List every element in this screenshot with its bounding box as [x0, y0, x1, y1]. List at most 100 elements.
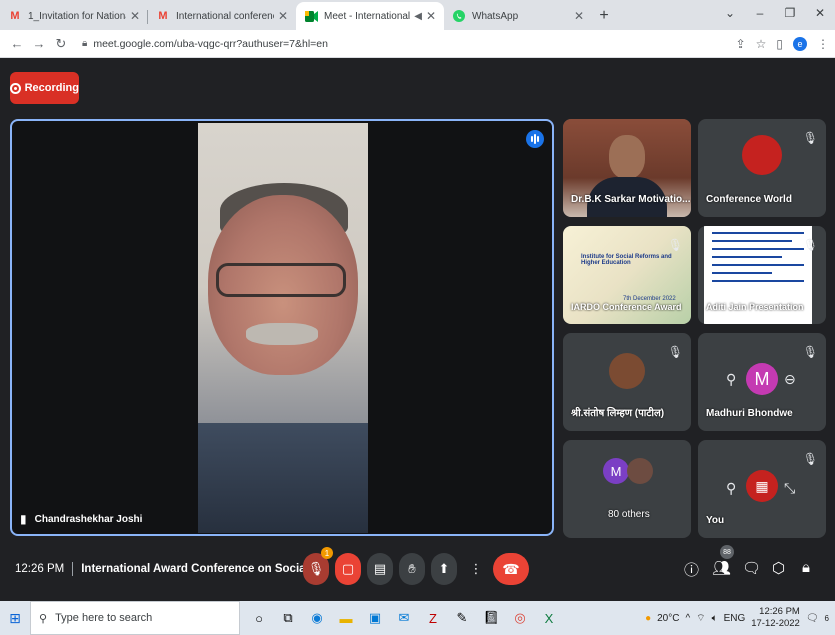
participant-name: Madhuri Bhondwe	[706, 408, 793, 419]
pin-icon[interactable]: ⚲	[726, 480, 736, 497]
speaker-icon[interactable]: ◀	[414, 11, 422, 22]
raise-hand-button[interactable]: ✋︎	[399, 553, 425, 585]
maximize-button[interactable]: ❐	[775, 0, 805, 28]
url-text: meet.google.com/uba-vqgc-qrr?authuser=7&…	[93, 37, 328, 50]
reload-icon[interactable]: ↻	[50, 36, 72, 52]
speaker-video	[198, 123, 368, 533]
close-icon[interactable]: ✕	[574, 9, 584, 23]
share-icon[interactable]: ⇪	[736, 37, 746, 51]
captions-button[interactable]: ▤	[367, 553, 393, 585]
edge-icon[interactable]: ◉	[308, 610, 326, 626]
participant-tile[interactable]: Dr.B.K Sarkar Motivatio...	[563, 119, 691, 217]
gmail-icon: M	[158, 10, 168, 22]
language-indicator[interactable]: ENG	[724, 613, 746, 624]
file-explorer-icon[interactable]: ▬	[337, 611, 355, 626]
profile-avatar[interactable]: e	[793, 36, 807, 51]
windows-taskbar: ⊞ ⚲ Type here to search ○ ⧉ ◉ ▬ ▣ ✉ Z ✎ …	[0, 601, 835, 635]
main-speaker-name: ▮ Chandrashekhar Joshi	[20, 512, 143, 526]
activities-icon[interactable]: ⬡	[772, 559, 785, 577]
minimize-button[interactable]: –	[745, 0, 775, 28]
pin-icon: ▮	[20, 512, 27, 526]
excel-icon[interactable]: X	[540, 611, 558, 626]
mic-off-icon: 🎙︎	[667, 345, 683, 359]
taskbar-search[interactable]: ⚲ Type here to search	[30, 601, 240, 635]
close-icon[interactable]: ✕	[426, 9, 436, 23]
tab-invitation[interactable]: M 1_Invitation for National Confere ✕	[0, 2, 148, 30]
lock-icon[interactable]: 🔒︎	[82, 38, 87, 49]
more-options-button[interactable]: ⋮	[463, 553, 489, 585]
tab-search-icon[interactable]: ⌄	[715, 0, 745, 28]
side-panel-icon[interactable]: ▯	[776, 37, 783, 51]
tab-whatsapp[interactable]: WhatsApp ✕	[444, 2, 592, 30]
filezilla-icon[interactable]: Z	[424, 611, 442, 626]
chat-icon[interactable]: 🗨︎	[742, 559, 761, 577]
close-icon[interactable]: ✕	[130, 9, 140, 23]
wifi-icon[interactable]: ⌔	[696, 612, 705, 625]
qr-icon: ▦	[746, 470, 778, 502]
notifications-count: 6	[824, 613, 829, 623]
address-bar[interactable]: 🔒︎ meet.google.com/uba-vqgc-qrr?authuser…	[82, 38, 736, 50]
record-icon	[10, 82, 21, 94]
meeting-time: 12:26 PM	[15, 563, 65, 575]
tab-label: International conference Mail	[176, 10, 274, 22]
gmail-icon: M	[10, 10, 20, 22]
notifications-icon[interactable]: 🗨︎	[806, 613, 819, 624]
presentation-tile[interactable]: Institute for Social Reforms and Higher …	[563, 226, 691, 324]
notes-icon[interactable]: 📓︎	[482, 610, 500, 626]
new-tab-button[interactable]: +	[592, 2, 616, 30]
app-icon[interactable]: ✎	[453, 610, 471, 626]
host-controls-icon[interactable]: 🔒︎	[802, 559, 810, 576]
captions-icon: ▤	[373, 561, 387, 576]
tab-label: 1_Invitation for National Confere	[28, 10, 126, 22]
store-icon[interactable]: ▣	[366, 610, 384, 626]
forward-icon[interactable]: →	[28, 36, 50, 51]
back-icon[interactable]: ←	[6, 36, 28, 51]
main-speaker-tile[interactable]: ▮ Chandrashekhar Joshi	[10, 119, 554, 536]
cortana-icon[interactable]: ○	[250, 611, 268, 626]
avatar	[627, 458, 653, 484]
mic-off-icon: 🎙︎	[802, 345, 818, 359]
camera-button[interactable]: ▢	[335, 553, 361, 585]
windows-start-icon[interactable]: ⊞	[0, 610, 30, 627]
tab-label: Meet - International Award C	[324, 10, 411, 22]
people-icon[interactable]: 👥︎	[712, 559, 731, 577]
present-button[interactable]: ⬆	[431, 553, 457, 585]
presentation-tile[interactable]: 🎙︎ Aditi Jain Presentation	[698, 226, 826, 324]
minimize-arrows-icon[interactable]: ⤡	[784, 480, 795, 497]
tray-expand-icon[interactable]: ^	[685, 613, 690, 624]
remove-icon[interactable]: ⊖	[784, 371, 796, 388]
participant-name: Conference World	[706, 194, 792, 205]
reactions-badge: 1	[321, 547, 333, 559]
participant-tile[interactable]: ⚲ M ⊖ 🎙︎ Madhuri Bhondwe	[698, 333, 826, 431]
recording-indicator[interactable]: Recording	[10, 72, 79, 104]
participant-tile[interactable]: 🎙︎ Conference World	[698, 119, 826, 217]
mic-off-icon: 🎙︎	[667, 238, 683, 252]
bookmark-star-icon[interactable]: ☆	[756, 37, 767, 51]
mic-off-icon: 🎙︎	[802, 238, 818, 252]
self-tile[interactable]: ⚲ ▦ ⤡ 🎙︎ You	[698, 440, 826, 538]
whatsapp-icon	[452, 9, 466, 23]
close-icon[interactable]: ✕	[278, 9, 288, 23]
tab-meet[interactable]: Meet - International Award C ◀ ✕	[296, 2, 444, 30]
tab-conference-mail[interactable]: M International conference Mail ✕	[148, 2, 296, 30]
others-tile[interactable]: M 80 others	[563, 440, 691, 538]
task-view-icon[interactable]: ⧉	[279, 610, 297, 626]
pin-icon[interactable]: ⚲	[726, 371, 736, 388]
meet-icon	[304, 9, 318, 23]
others-count: 80 others	[608, 509, 650, 520]
avatar: M	[746, 363, 778, 395]
leave-call-button[interactable]: ☎︎	[493, 553, 529, 585]
close-window-button[interactable]: ✕	[805, 0, 835, 28]
system-tray: ● 20°C ^ ⌔ 🔈︎ ENG 12:26 PM 17-12-2022 🗨︎…	[645, 601, 829, 635]
info-icon[interactable]: ⓘ	[684, 559, 699, 580]
participant-name: Aditi Jain Presentation	[706, 302, 804, 312]
participant-tile[interactable]: 🎙︎ श्री.संतोष लिम्हण (पाटील)	[563, 333, 691, 431]
mail-icon[interactable]: ✉	[395, 610, 413, 626]
mic-button[interactable]: 🎙︎ 1	[303, 547, 333, 585]
menu-kebab-icon[interactable]: ⋮	[817, 37, 829, 51]
participants-count: 88	[720, 545, 734, 559]
weather-text[interactable]: 20°C	[657, 613, 679, 624]
chrome-icon[interactable]: ◎	[511, 610, 529, 626]
taskbar-clock[interactable]: 12:26 PM 17-12-2022	[751, 606, 800, 630]
volume-icon[interactable]: 🔈︎	[712, 613, 718, 624]
